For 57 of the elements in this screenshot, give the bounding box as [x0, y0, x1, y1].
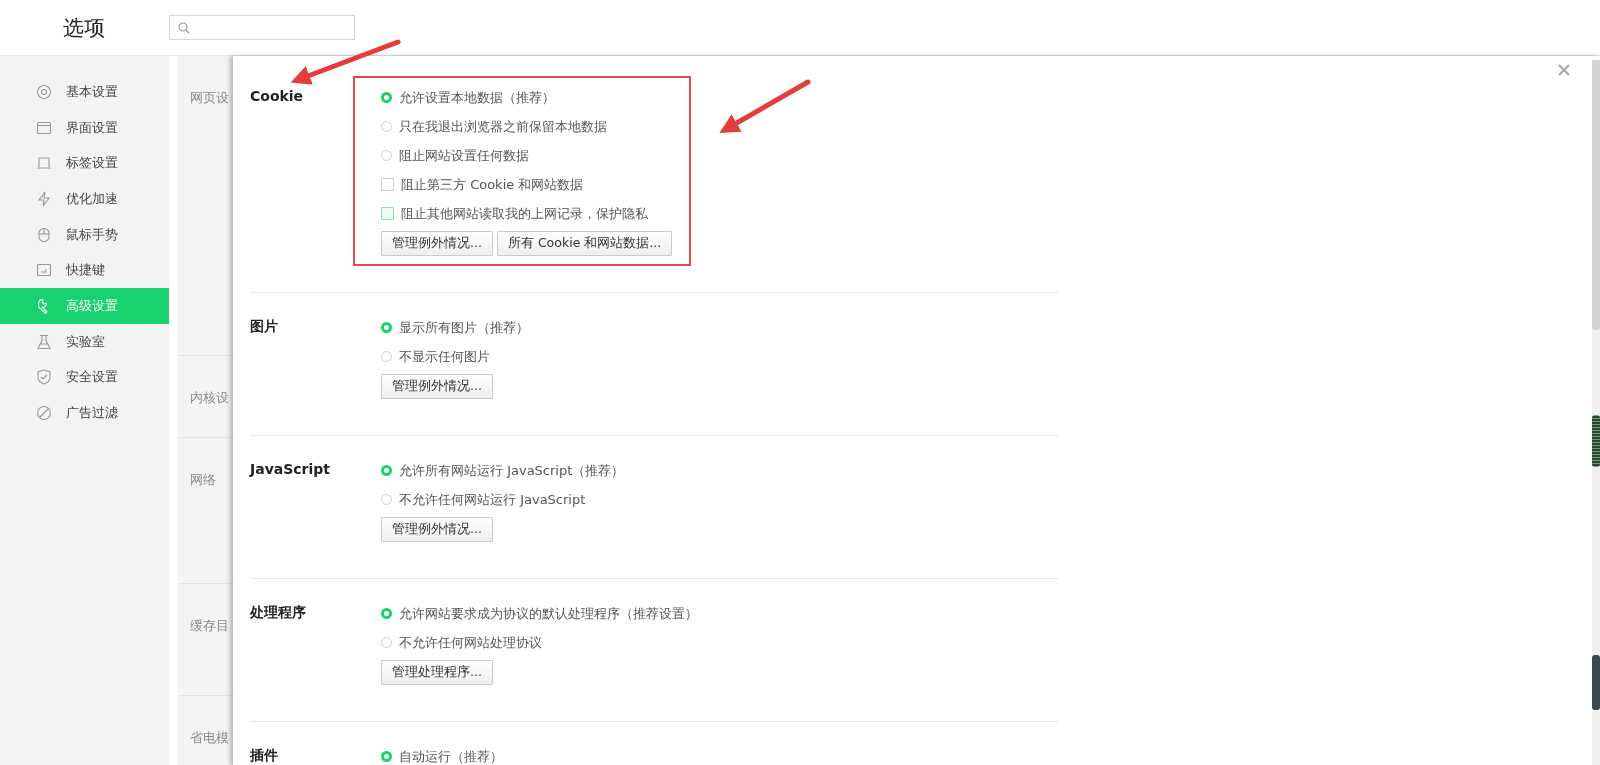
option-label: 阻止第三方 Cookie 和网站数据 — [401, 175, 584, 194]
section-title: 处理程序 — [250, 603, 307, 622]
checkbox[interactable] — [381, 178, 394, 191]
menu-item-icon — [36, 405, 52, 422]
section-label: 缓存目 — [190, 618, 229, 633]
menu-item-icon — [36, 369, 52, 386]
section-label: 网络 — [190, 472, 216, 487]
section-label: 网页设 — [190, 90, 229, 105]
option-label: 不允许任何网站处理协议 — [399, 633, 542, 652]
sidebar-item[interactable]: 广告过滤 — [0, 395, 169, 431]
search-field[interactable] — [169, 15, 355, 40]
option-label: 阻止网站设置任何数据 — [399, 146, 529, 165]
action-button[interactable]: 管理例外情况... — [381, 517, 493, 542]
option-label: 不显示任何图片 — [399, 347, 490, 366]
radio-button[interactable] — [381, 322, 392, 333]
menu-item-icon — [36, 190, 52, 207]
menu-item-icon — [36, 155, 52, 172]
radio-button[interactable] — [381, 92, 392, 103]
section-title: 图片 — [250, 317, 279, 336]
sidebar-item[interactable]: 安全设置 — [0, 359, 169, 396]
checkbox[interactable] — [381, 207, 394, 220]
menu-item-icon — [36, 226, 52, 243]
option-label: 允许所有网站运行 JavaScript（推荐） — [399, 461, 625, 480]
sidebar-item[interactable]: 鼠标手势 — [0, 216, 169, 253]
option-label: 允许设置本地数据（推荐） — [399, 88, 555, 107]
option-label: 自动运行（推荐） — [399, 747, 503, 765]
section-title: 插件 — [250, 746, 279, 765]
action-button[interactable]: 所有 Cookie 和网站数据... — [496, 231, 673, 256]
close-icon[interactable] — [1558, 64, 1570, 76]
option-label: 允许网站要求成为协议的默认处理程序（推荐设置） — [399, 604, 698, 623]
section-title: Cookie — [250, 87, 305, 106]
sidebar-item[interactable]: 基本设置 — [0, 74, 169, 110]
sidebar-item[interactable]: 界面设置 — [0, 109, 169, 146]
radio-button[interactable] — [381, 465, 392, 476]
radio-button[interactable] — [381, 608, 392, 619]
sidebar-item[interactable]: 标签设置 — [0, 145, 169, 182]
menu-item-icon — [36, 83, 52, 100]
radio-button[interactable] — [381, 751, 392, 762]
action-button[interactable]: 管理例外情况... — [381, 231, 493, 256]
menu-item-icon — [36, 262, 52, 279]
option-label: 显示所有图片（推荐） — [399, 318, 529, 337]
option-label: 不允许任何网站运行 JavaScript — [399, 490, 586, 509]
option-label: 阻止其他网站读取我的上网记录，保护隐私 — [401, 204, 648, 223]
scrollbar[interactable] — [1592, 60, 1600, 765]
option-label: 只在我退出浏览器之前保留本地数据 — [399, 117, 607, 136]
section-title: JavaScript — [250, 460, 332, 479]
action-button[interactable]: 管理例外情况... — [381, 374, 493, 399]
sidebar-item[interactable]: 快捷键 — [0, 252, 169, 289]
window-title: 选项 — [62, 14, 106, 42]
menu-item-icon — [36, 119, 52, 136]
search-icon — [178, 21, 190, 34]
sidebar-item[interactable]: 实验室 — [0, 323, 169, 360]
section-label: 内核设 — [190, 390, 229, 405]
action-button[interactable]: 管理处理程序... — [381, 660, 493, 685]
menu-item-icon — [36, 333, 52, 350]
section-label: 省电模 — [190, 730, 229, 745]
sidebar-item[interactable]: 优化加速 — [0, 181, 169, 217]
